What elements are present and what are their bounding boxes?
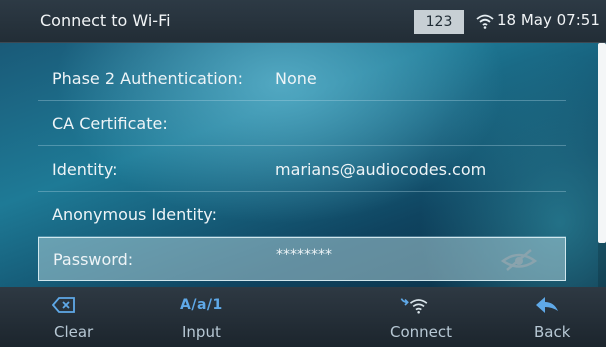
password-label: Password: bbox=[53, 250, 134, 269]
identity-label: Identity: bbox=[52, 160, 118, 179]
ca-certificate-label: CA Certificate: bbox=[52, 114, 168, 133]
phase2-auth-row[interactable]: Phase 2 Authentication: None bbox=[38, 57, 566, 101]
connect-wifi-icon bbox=[400, 298, 428, 314]
phase2-auth-label: Phase 2 Authentication: bbox=[52, 69, 243, 88]
wifi-connect-screen: Connect to Wi-Fi 123 18 May 07:51 Phase … bbox=[0, 0, 606, 347]
clear-label: Clear bbox=[54, 323, 94, 341]
wifi-status-icon bbox=[476, 14, 494, 29]
scrollbar-thumb[interactable] bbox=[598, 43, 606, 243]
scrollbar[interactable] bbox=[598, 43, 606, 287]
clear-softkey[interactable]: Clear bbox=[40, 287, 130, 347]
input-softkey[interactable]: A/a/1 Input bbox=[160, 287, 250, 347]
title-bar: Connect to Wi-Fi 123 18 May 07:51 bbox=[0, 0, 606, 43]
ca-certificate-row[interactable]: CA Certificate: bbox=[38, 102, 566, 146]
input-mode-icon: A/a/1 bbox=[180, 297, 223, 313]
connect-softkey[interactable]: Connect bbox=[380, 287, 470, 347]
hidden-password-icon[interactable] bbox=[499, 248, 539, 272]
input-mode-indicator: 123 bbox=[414, 10, 464, 34]
password-value: ******** bbox=[276, 247, 332, 263]
page-title: Connect to Wi-Fi bbox=[40, 11, 171, 30]
input-label: Input bbox=[182, 323, 221, 341]
connect-label: Connect bbox=[390, 323, 453, 341]
phase2-auth-value: None bbox=[275, 69, 317, 88]
password-row[interactable]: Password: ******** bbox=[38, 237, 566, 281]
back-softkey[interactable]: Back bbox=[516, 287, 606, 347]
anonymous-identity-label: Anonymous Identity: bbox=[52, 205, 217, 224]
identity-value: marians@audiocodes.com bbox=[275, 160, 487, 179]
anonymous-identity-row[interactable]: Anonymous Identity: bbox=[38, 193, 566, 237]
softkey-bar: Clear A/a/1 Input Connect Back bbox=[0, 287, 606, 347]
settings-list: Phase 2 Authentication: None CA Certific… bbox=[0, 43, 606, 287]
back-label: Back bbox=[534, 323, 571, 341]
back-arrow-icon bbox=[536, 297, 558, 313]
date-time: 18 May 07:51 bbox=[497, 11, 600, 29]
clear-icon bbox=[52, 297, 75, 313]
identity-row[interactable]: Identity: marians@audiocodes.com bbox=[38, 148, 566, 192]
